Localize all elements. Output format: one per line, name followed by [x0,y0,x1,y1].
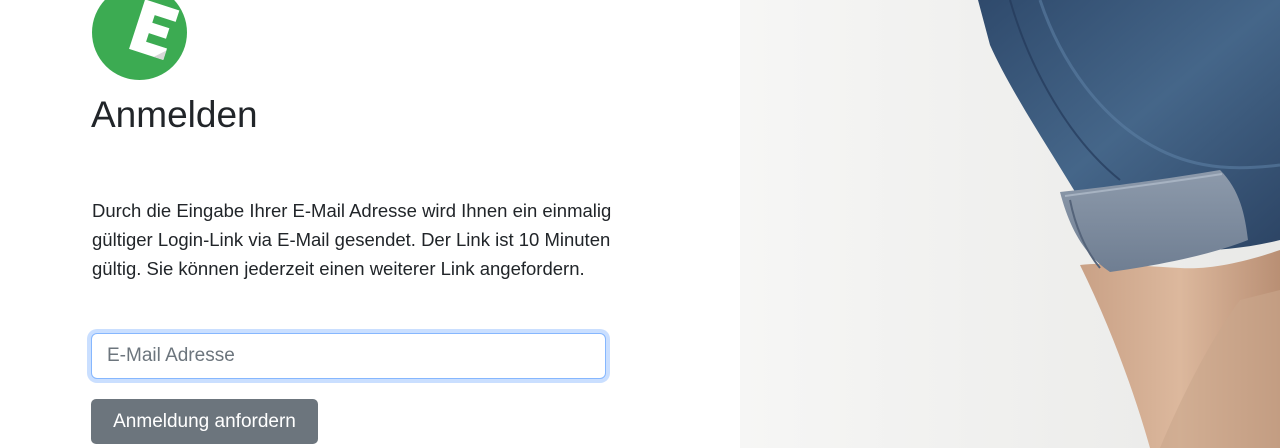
login-page: Anmelden Durch die Eingabe Ihrer E-Mail … [0,0,1280,448]
brand-logo [92,0,187,80]
hero-image [740,0,1280,448]
page-title: Anmelden [91,94,258,135]
request-login-button[interactable]: Anmeldung anfordern [91,399,318,444]
login-panel: Anmelden Durch die Eingabe Ihrer E-Mail … [0,0,740,448]
login-description: Durch die Eingabe Ihrer E-Mail Adresse w… [92,200,612,279]
brand-logo-icon [92,0,187,80]
email-field[interactable] [91,333,606,379]
hero-photo-jeans [740,0,1280,448]
